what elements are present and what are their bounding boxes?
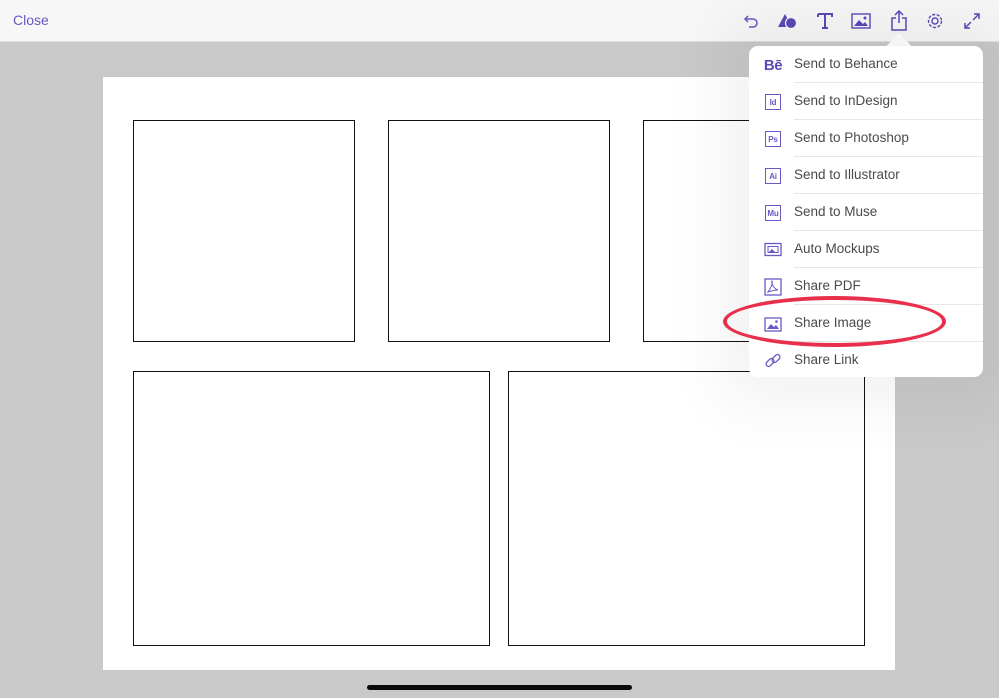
panel-frame[interactable] <box>133 120 355 342</box>
settings-icon[interactable] <box>923 9 947 33</box>
illustrator-icon: Ai <box>763 166 783 186</box>
indesign-icon: Id <box>763 92 783 112</box>
undo-icon[interactable] <box>739 9 763 33</box>
menu-item-send-to-photoshop[interactable]: Ps Send to Photoshop <box>749 120 983 157</box>
shapes-icon[interactable] <box>775 9 799 33</box>
menu-item-share-image[interactable]: Share Image <box>749 305 983 342</box>
panel-frame[interactable] <box>133 371 490 646</box>
close-button[interactable]: Close <box>13 12 49 28</box>
top-toolbar: Close <box>0 0 999 42</box>
behance-icon: Bē <box>763 56 783 74</box>
menu-item-auto-mockups[interactable]: Auto Mockups <box>749 231 983 268</box>
link-icon <box>763 351 783 371</box>
share-icon[interactable] <box>887 9 911 33</box>
menu-item-send-to-illustrator[interactable]: Ai Send to Illustrator <box>749 157 983 194</box>
muse-icon: Mu <box>763 203 783 223</box>
menu-item-send-to-muse[interactable]: Mu Send to Muse <box>749 194 983 231</box>
fullscreen-icon[interactable] <box>960 9 984 33</box>
photoshop-icon: Ps <box>763 129 783 149</box>
menu-item-send-to-indesign[interactable]: Id Send to InDesign <box>749 83 983 120</box>
menu-item-share-link[interactable]: Share Link <box>749 342 983 377</box>
image-icon[interactable] <box>849 9 873 33</box>
text-icon[interactable] <box>813 9 837 33</box>
panel-frame[interactable] <box>388 120 610 342</box>
share-image-icon <box>763 314 783 334</box>
pdf-icon <box>763 277 783 297</box>
share-menu: Bē Send to Behance Id Send to InDesign P… <box>749 46 983 377</box>
home-indicator <box>367 685 632 690</box>
menu-item-send-to-behance[interactable]: Bē Send to Behance <box>749 46 983 83</box>
menu-item-share-pdf[interactable]: Share PDF <box>749 268 983 305</box>
panel-frame[interactable] <box>508 371 865 646</box>
mockups-icon <box>763 240 783 260</box>
